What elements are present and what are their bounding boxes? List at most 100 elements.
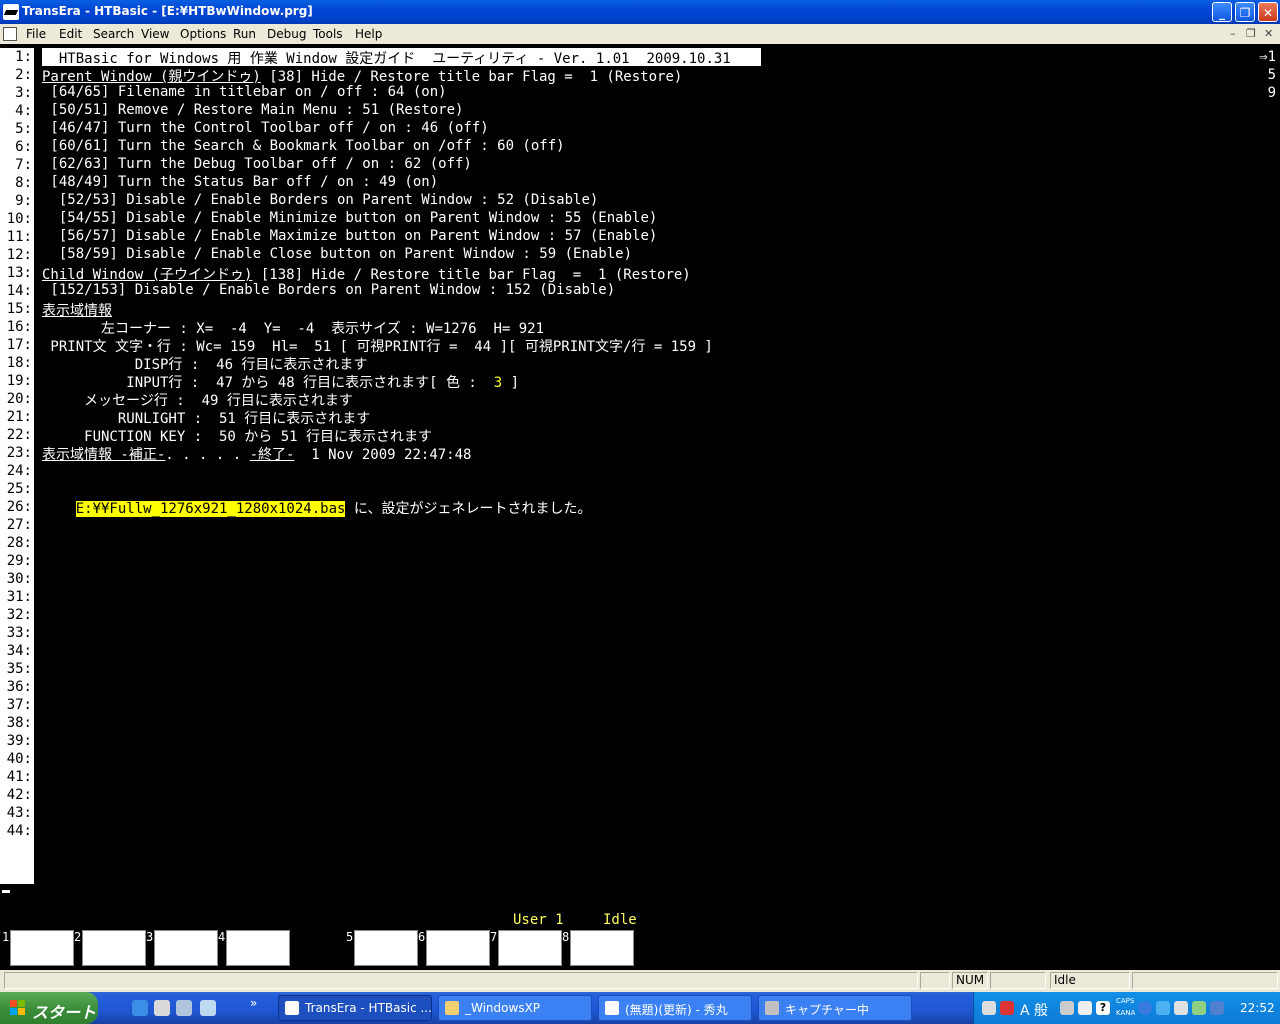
code-line[interactable]: メッセージ行 : 49 行目に表示されます bbox=[42, 390, 353, 409]
menu-run[interactable]: Run bbox=[233, 27, 256, 41]
fkey-number: 3 bbox=[146, 930, 154, 944]
function-key-6[interactable] bbox=[426, 930, 490, 966]
close-button[interactable]: ✕ bbox=[1258, 2, 1278, 22]
menu-help[interactable]: Help bbox=[355, 27, 382, 41]
keyboard-icon[interactable] bbox=[982, 1001, 996, 1015]
function-key-5[interactable] bbox=[354, 930, 418, 966]
line-number: 14: bbox=[6, 283, 32, 299]
capture-icon bbox=[765, 1001, 779, 1015]
code-line[interactable]: [58/59] Disable / Enable Close button on… bbox=[42, 246, 632, 264]
quicklaunch-icon[interactable] bbox=[200, 1000, 216, 1016]
clock[interactable]: 22:52 bbox=[1240, 1001, 1275, 1015]
mdi-restore-button[interactable]: ❐ bbox=[1246, 27, 1256, 40]
function-key-2[interactable] bbox=[82, 930, 146, 966]
ime-status-icon[interactable] bbox=[1000, 1001, 1014, 1015]
line-number: 25: bbox=[6, 481, 32, 497]
code-text: [58/59] Disable / Enable Close button on… bbox=[42, 246, 633, 262]
menu-debug[interactable]: Debug bbox=[267, 27, 306, 41]
code-line[interactable]: [56/57] Disable / Enable Maximize button… bbox=[42, 228, 657, 246]
line-number: 31: bbox=[6, 589, 32, 605]
function-key-7[interactable] bbox=[498, 930, 562, 966]
code-line[interactable]: Parent Window (親ウインドゥ) [38] Hide / Resto… bbox=[42, 66, 682, 85]
tray-expand-icon[interactable] bbox=[1138, 1001, 1152, 1015]
line-number: 18: bbox=[6, 355, 32, 371]
quicklaunch-icon[interactable] bbox=[176, 1000, 192, 1016]
menu-file[interactable]: File bbox=[26, 27, 46, 41]
code-line[interactable]: E:¥¥Fullw_1276x921_1280x1024.bas に、設定がジェ… bbox=[42, 498, 591, 517]
display-icon[interactable] bbox=[1210, 1001, 1224, 1015]
line-number: 4: bbox=[15, 103, 32, 119]
editor-area[interactable]: 1: 2: 3: 4: 5: 6: 7: 8: 9: 10: 11: 12: 13: 14: 15: 16: 1… bbox=[0, 44, 1280, 970]
code-line[interactable]: 左コーナー : X= -4 Y= -4 表示サイズ : W=1276 H= 92… bbox=[42, 318, 545, 337]
menu-edit[interactable]: Edit bbox=[59, 27, 82, 41]
task-capture[interactable]: キャプチャー中 bbox=[758, 995, 912, 1021]
code-text: 左コーナー : X= -4 Y= -4 表示サイズ : W=1276 H= 92… bbox=[42, 321, 545, 337]
quicklaunch-chevron-icon[interactable]: » bbox=[250, 996, 257, 1010]
task-htbasic[interactable]: TransEra - HTBasic ... bbox=[278, 995, 432, 1021]
start-button[interactable]: スタート bbox=[0, 992, 98, 1024]
function-key-4[interactable] bbox=[226, 930, 290, 966]
code-line[interactable]: [54/55] Disable / Enable Minimize button… bbox=[42, 210, 657, 228]
function-key-8[interactable] bbox=[570, 930, 634, 966]
document-icon[interactable] bbox=[3, 27, 17, 41]
code-line[interactable]: [46/47] Turn the Control Toolbar off / o… bbox=[42, 120, 488, 138]
code-line[interactable]: [152/153] Disable / Enable Borders on Pa… bbox=[42, 282, 615, 300]
maximize-button[interactable]: ❐ bbox=[1235, 2, 1255, 22]
network-icon[interactable] bbox=[1156, 1001, 1170, 1015]
scroll-mark: 9 bbox=[1267, 85, 1276, 101]
code-line[interactable]: [60/61] Turn the Search & Bookmark Toolb… bbox=[42, 138, 564, 156]
code-line[interactable]: Child Window (子ウインドゥ) [138] Hide / Resto… bbox=[42, 264, 691, 283]
internet-explorer-icon[interactable] bbox=[132, 1000, 148, 1016]
run-state-indicator: Idle bbox=[1050, 972, 1130, 989]
code-line[interactable]: DISP行 : 46 行目に表示されます bbox=[42, 354, 368, 373]
code-text: [54/55] Disable / Enable Minimize button… bbox=[42, 210, 658, 226]
line-number: 30: bbox=[6, 571, 32, 587]
show-desktop-icon[interactable] bbox=[154, 1000, 170, 1016]
minimize-button[interactable]: _ bbox=[1212, 2, 1232, 22]
code-line[interactable]: FUNCTION KEY : 50 から 51 行目に表示されます bbox=[42, 426, 432, 445]
code-line[interactable]: 表示域情報 -補正-. . . . . -終了- 1 Nov 2009 22:4… bbox=[42, 444, 471, 463]
section-heading: Child Window (子ウインドゥ) bbox=[42, 267, 253, 283]
code-line[interactable]: [52/53] Disable / Enable Borders on Pare… bbox=[42, 192, 598, 210]
task-hidemaru[interactable]: (無題)(更新) - 秀丸 bbox=[598, 995, 752, 1021]
code-line[interactable]: 表示域情報 bbox=[42, 300, 112, 319]
ime-mode[interactable]: A 般 bbox=[1020, 1000, 1048, 1020]
menu-options[interactable]: Options bbox=[180, 27, 226, 41]
mdi-close-button[interactable]: ✕ bbox=[1264, 27, 1273, 40]
function-key-3[interactable] bbox=[154, 930, 218, 966]
volume-icon[interactable] bbox=[1192, 1001, 1206, 1015]
security-icon[interactable] bbox=[1174, 1001, 1188, 1015]
ime-dictionary-icon[interactable] bbox=[1078, 1001, 1092, 1015]
menu-search[interactable]: Search bbox=[93, 27, 134, 41]
kana-indicator: KANA bbox=[1116, 1009, 1136, 1017]
status-bar: NUM Idle bbox=[0, 970, 1280, 992]
editor-icon bbox=[605, 1001, 619, 1015]
menu-tools[interactable]: Tools bbox=[313, 27, 343, 41]
scroll-mark: 5 bbox=[1267, 67, 1276, 83]
app-icon[interactable] bbox=[3, 4, 19, 20]
code-line[interactable]: HTBasic for Windows 用 作業 Window 設定ガイド ユー… bbox=[42, 48, 761, 67]
code-line[interactable]: [64/65] Filename in titlebar on / off : … bbox=[42, 84, 446, 102]
code-line[interactable]: [48/49] Turn the Status Bar off / on : 4… bbox=[42, 174, 438, 192]
code-line[interactable]: INPUT行 : 47 から 48 行目に表示されます[ 色 : 3 ] bbox=[42, 372, 519, 391]
code-line[interactable]: RUNLIGHT : 51 行目に表示されます bbox=[42, 408, 370, 427]
code-line[interactable]: [62/63] Turn the Debug Toolbar off / on … bbox=[42, 156, 471, 174]
mdi-minimize-button[interactable]: – bbox=[1230, 27, 1236, 40]
menu-bar: File Edit Search View Options Run Debug … bbox=[0, 24, 1280, 44]
ime-tool-icon[interactable] bbox=[1060, 1001, 1074, 1015]
section-link: 表示域情報 -補正- bbox=[42, 447, 166, 463]
title-bar[interactable]: TransEra - HTBasic - [E:¥HTBwWindow.prg]… bbox=[0, 0, 1280, 24]
line-number: 2: bbox=[15, 67, 32, 83]
code-line[interactable]: [50/51] Remove / Restore Main Menu : 51 … bbox=[42, 102, 463, 120]
line-number: 41: bbox=[6, 769, 32, 785]
help-icon[interactable]: ? bbox=[1096, 1001, 1110, 1015]
line-number: 22: bbox=[6, 427, 32, 443]
taskbar: スタート » TransEra - HTBasic ... _WindowsXP… bbox=[0, 992, 1280, 1024]
function-key-1[interactable] bbox=[10, 930, 74, 966]
line-number: 23: bbox=[6, 445, 32, 461]
menu-view[interactable]: View bbox=[141, 27, 169, 41]
section-link: -終了- bbox=[249, 447, 295, 463]
task-windowsxp-folder[interactable]: _WindowsXP bbox=[438, 995, 592, 1021]
code-line[interactable]: PRINT文 文字・行 : Wc= 159 Hl= 51 [ 可視PRINT行 … bbox=[42, 336, 712, 355]
line-number: 24: bbox=[6, 463, 32, 479]
